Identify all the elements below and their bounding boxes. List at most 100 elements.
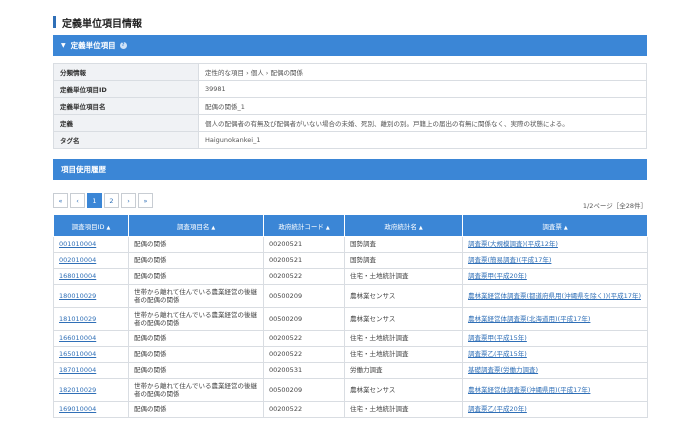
header-item-id[interactable]: 調査項目ID ▲ [53,214,129,237]
info-value: 個人の配偶者の有無及び配偶者がいない場合の未婚、死別、離別の別。戸籍上の届出の有… [198,114,647,132]
item-id-link[interactable]: 168010004 [59,272,96,280]
help-icon[interactable]: ? [119,42,127,49]
stat-name-cell: 農林業センサス [344,378,463,402]
table-cell: 181010029 [53,307,129,331]
info-key: タグ名 [53,131,199,149]
info-value: 39981 [198,80,647,98]
stat-name-cell: 国勢調査 [344,236,463,253]
pager-page-2[interactable]: 2 [104,193,119,208]
table-cell: 調査票乙(平成20年) [462,401,648,418]
item-id-link[interactable]: 001010004 [59,240,96,248]
table-cell: 165010004 [53,346,129,363]
pager-last-button[interactable]: » [138,193,153,208]
sort-icon: ▲ [325,224,330,231]
info-key: 定義単位項目名 [53,97,199,115]
info-value: 配偶の関係_1 [198,97,647,115]
table-cell: 農林業経営体調査票(北海道用)(平成17年) [462,307,648,331]
item-id-link[interactable]: 166010004 [59,334,96,342]
table-row: 001010004 配偶の関係 00200521 国勢調査 調査票(大規模調査)(平成1… [53,236,648,253]
form-link[interactable]: 調査票乙(平成20年) [468,405,527,413]
page-title: 定義単位項目情報 [53,15,142,30]
table-cell: 187010004 [53,362,129,379]
stat-name-cell: 住宅・土地統計調査 [344,401,463,418]
info-row: 定義単位項目名 配偶の関係_1 [53,97,647,115]
table-row: 181010029 世帯から離れて住んでいる農業経営の後継者の配偶の関係 00500… [53,307,648,331]
item-id-link[interactable]: 002010004 [59,256,96,264]
table-row: 166010004 配偶の関係 00200522 住宅・土地統計調査 調査票甲(平成15… [53,330,648,347]
table-cell: 調査票(大規模調査)(平成12年) [462,236,648,253]
table-cell: 169010004 [53,401,129,418]
item-name-cell: 配偶の関係 [128,330,264,347]
collapse-triangle-icon: ▼ [61,42,66,49]
stat-name-cell: 住宅・土地統計調査 [344,268,463,285]
sort-icon: ▲ [418,224,423,231]
table-cell: 166010004 [53,330,129,347]
pager-first-button[interactable]: « [53,193,68,208]
table-cell: 農林業経営体調査票(都道府県用(沖縄県を除く))(平成17年) [462,284,648,308]
item-id-link[interactable]: 181010029 [59,315,96,323]
table-row: 165010004 配偶の関係 00200522 住宅・土地統計調査 調査票乙(平成15… [53,346,648,363]
header-form[interactable]: 調査票 ▲ [462,214,648,237]
form-link[interactable]: 調査票甲(平成15年) [468,334,527,342]
form-link[interactable]: 基礎調査票(労働力調査) [468,366,538,374]
title-accent-bar [53,16,56,28]
table-cell: 180010029 [53,284,129,308]
stat-name-cell: 国勢調査 [344,252,463,269]
form-link[interactable]: 農林業経営体調査票(都道府県用(沖縄県を除く))(平成17年) [468,292,641,300]
item-id-link[interactable]: 187010004 [59,366,96,374]
form-link[interactable]: 調査票乙(平成15年) [468,350,527,358]
item-name-cell: 配偶の関係 [128,401,264,418]
header-stat-code[interactable]: 政府統計コード ▲ [263,214,345,237]
sort-icon: ▲ [211,224,216,231]
table-cell: 168010004 [53,268,129,285]
definition-info-table: 分類情報 定性的な項目 › 個人 › 配偶の関係 定義単位項目ID 39981 定義単位… [53,63,647,149]
item-id-link[interactable]: 165010004 [59,350,96,358]
info-value: 定性的な項目 › 個人 › 配偶の関係 [198,63,647,81]
info-key: 定義 [53,114,199,132]
pager-next-button[interactable]: › [121,193,136,208]
item-name-cell: 配偶の関係 [128,346,264,363]
header-label: 調査項目名 [176,222,210,231]
item-name-cell: 世帯から離れて住んでいる農業経営の後継者の配偶の関係 [128,378,264,402]
stat-name-cell: 住宅・土地統計調査 [344,346,463,363]
stat-code-cell: 00500209 [263,378,345,402]
form-link[interactable]: 調査票(大規模調査)(平成12年) [468,240,558,248]
table-cell: 001010004 [53,236,129,253]
table-cell: 調査票甲(平成20年) [462,268,648,285]
pagination: « ‹ 1 2 › » [53,193,155,208]
pager-page-1[interactable]: 1 [87,193,102,208]
stat-code-cell: 00200522 [263,330,345,347]
stat-name-cell: 農林業センサス [344,307,463,331]
table-row: 180010029 世帯から離れて住んでいる農業経営の後継者の配偶の関係 00500… [53,284,648,308]
info-row: タグ名 Haigunokankei_1 [53,131,647,149]
item-id-link[interactable]: 182010029 [59,386,96,394]
item-id-link[interactable]: 180010029 [59,292,96,300]
header-item-name[interactable]: 調査項目名 ▲ [128,214,264,237]
section-header-definition[interactable]: ▼ 定義単位項目 ? [53,35,647,56]
page-count-info: 1/2ページ［全28件］ [582,202,647,210]
form-link[interactable]: 調査票(簡易調査)(平成17年) [468,256,551,264]
table-cell: 農林業経営体調査票(沖縄県用)(平成17年) [462,378,648,402]
table-row: 002010004 配偶の関係 00200521 国勢調査 調査票(簡易調査)(平成17… [53,252,648,269]
usage-history-table: 調査項目ID ▲ 調査項目名 ▲ 政府統計コード ▲ 政府統計名 ▲ 調査票 ▲ 00101000… [53,214,648,418]
table-row: 168010004 配偶の関係 00200522 住宅・土地統計調査 調査票甲(平成20… [53,268,648,285]
stat-code-cell: 00200531 [263,362,345,379]
stat-code-cell: 00500209 [263,284,345,308]
table-cell: 基礎調査票(労働力調査) [462,362,648,379]
table-cell: 調査票(簡易調査)(平成17年) [462,252,648,269]
header-label: 調査票 [542,222,562,231]
info-row: 定義 個人の配偶者の有無及び配偶者がいない場合の未婚、死別、離別の別。戸籍上の届出… [53,114,647,132]
item-id-link[interactable]: 169010004 [59,405,96,413]
info-value: Haigunokankei_1 [198,131,647,149]
stat-code-cell: 00200522 [263,346,345,363]
item-name-cell: 世帯から離れて住んでいる農業経営の後継者の配偶の関係 [128,284,264,308]
pager-prev-button[interactable]: ‹ [70,193,85,208]
item-name-cell: 配偶の関係 [128,252,264,269]
table-row: 187010004 配偶の関係 00200531 労働力調査 基礎調査票(労働力調査) [53,362,648,379]
info-key: 定義単位項目ID [53,80,199,98]
form-link[interactable]: 農林業経営体調査票(沖縄県用)(平成17年) [468,386,590,394]
form-link[interactable]: 農林業経営体調査票(北海道用)(平成17年) [468,315,590,323]
item-name-cell: 配偶の関係 [128,268,264,285]
form-link[interactable]: 調査票甲(平成20年) [468,272,527,280]
header-stat-name[interactable]: 政府統計名 ▲ [344,214,463,237]
